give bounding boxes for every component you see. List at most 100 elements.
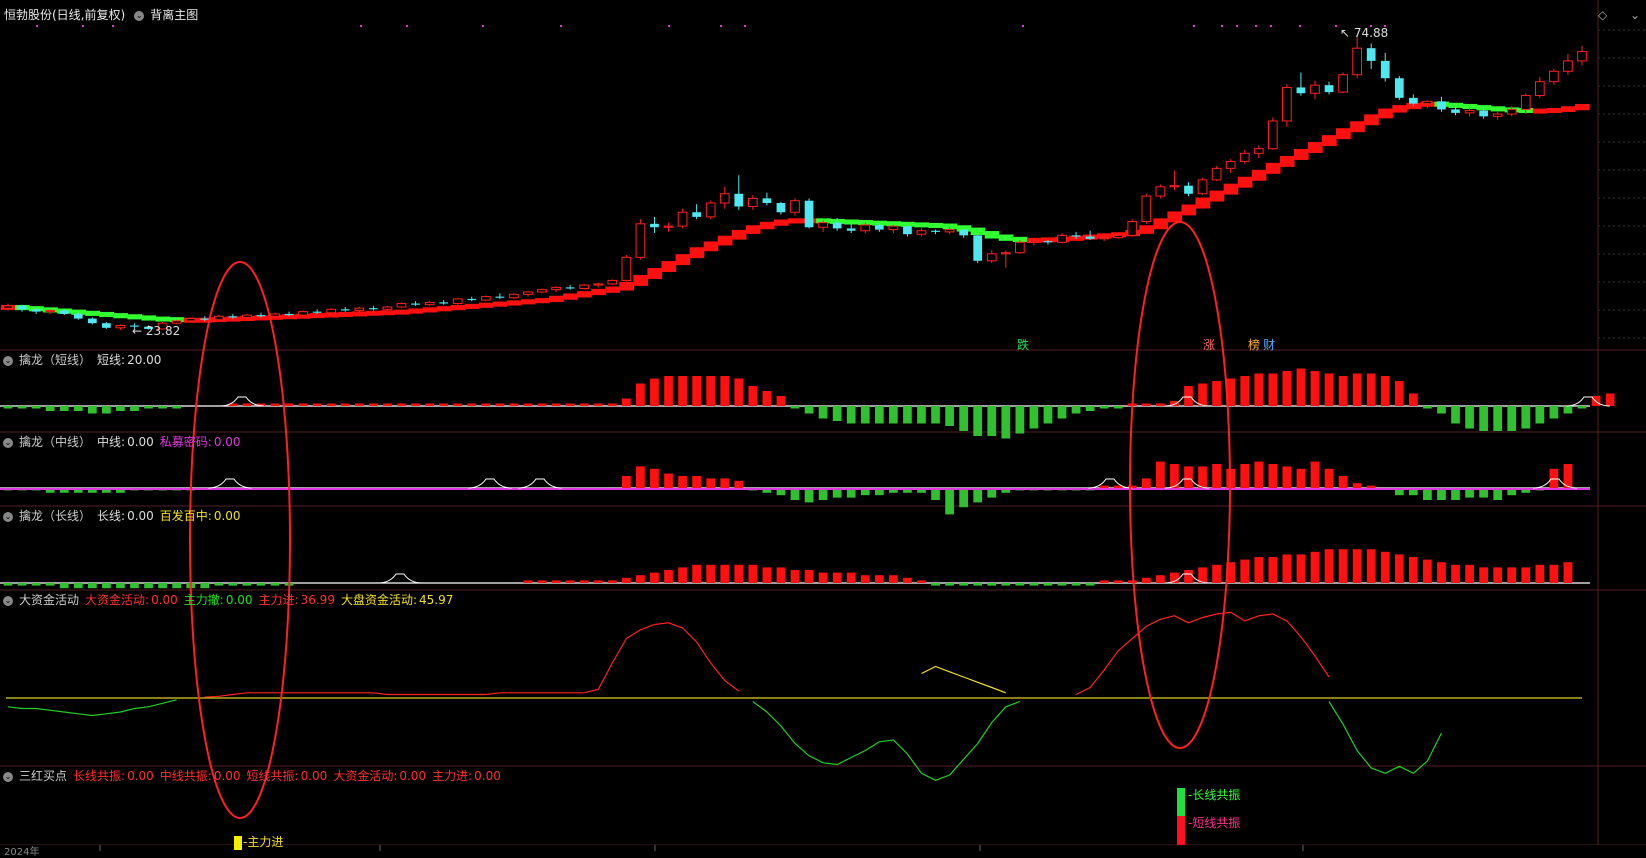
candle-body <box>439 302 449 304</box>
short-bar <box>369 403 378 406</box>
ma-step <box>1139 225 1154 234</box>
ma-step <box>352 311 367 317</box>
indicator-label: 主力进: <box>432 769 473 783</box>
short-bar <box>818 406 828 419</box>
panel-name[interactable]: 三红买点 <box>19 769 67 783</box>
indicator-value: 0.00 <box>127 435 154 449</box>
candle-body <box>1071 235 1081 237</box>
long-bar <box>1366 549 1376 583</box>
ma-step <box>984 231 1000 239</box>
overlay-label[interactable]: 背离主图 <box>150 8 198 22</box>
panel-name[interactable]: 擒龙（短线） <box>19 353 91 367</box>
collapse-icon[interactable]: ⌄ <box>3 595 13 606</box>
candle-body <box>340 309 350 311</box>
short-bar <box>1156 403 1165 406</box>
candle-body <box>860 224 871 232</box>
long-bar <box>1212 564 1221 583</box>
long-bar <box>17 583 27 586</box>
short-bar <box>3 406 13 409</box>
indicator-label: 短线: <box>97 353 126 367</box>
short-bar <box>664 376 673 406</box>
candle-body <box>1282 86 1292 122</box>
short-bar <box>1437 406 1446 414</box>
panel-name[interactable]: 擒龙（中线） <box>19 435 91 449</box>
candle-body <box>944 229 955 233</box>
ma-step <box>1490 106 1506 112</box>
short-bar <box>650 378 659 406</box>
short-bar <box>439 403 449 406</box>
long-bar <box>1380 551 1390 583</box>
long-bar <box>1338 549 1348 583</box>
short-bar <box>889 406 898 424</box>
ma-step <box>535 298 550 304</box>
short-resonance-legend: -短线共振 <box>1188 816 1241 830</box>
short-bar <box>1465 406 1474 429</box>
top-marker-dot <box>36 25 38 27</box>
short-bar <box>1198 383 1207 406</box>
long-bar <box>172 583 181 589</box>
candle-body <box>523 291 533 295</box>
short-bar <box>312 403 322 406</box>
short-bar <box>1212 381 1221 406</box>
short-bar <box>1113 406 1123 409</box>
funds-yellow-line <box>922 667 1639 693</box>
candle-body <box>1492 113 1503 117</box>
collapse-panel-icon[interactable]: ⌄ <box>1630 8 1640 22</box>
long-bar <box>889 575 898 583</box>
short-bar <box>537 403 547 406</box>
short-bar <box>720 376 730 406</box>
short-bar <box>692 376 701 406</box>
legend-text: -主力进 <box>243 835 284 849</box>
funds-panel-header: ⌄ 大资金活动 大资金活动: 0.00 主力撤: 0.00 主力进: 36.99 大盘资金活动:… <box>0 591 459 609</box>
signal-finance-marker[interactable]: 财 <box>1263 336 1275 353</box>
indicator-label: 短线共振: <box>246 769 299 783</box>
mid-panel-header: ⌄ 擒龙（中线） 中线: 0.00 私募密码: 0.00 <box>0 433 247 451</box>
short-bar <box>1366 373 1376 406</box>
indicator-label: 长线共振: <box>73 769 126 783</box>
short-bar <box>1057 406 1067 419</box>
candle-body <box>903 226 912 235</box>
indicator-label: 中线共振: <box>159 769 212 783</box>
ma-step <box>450 305 466 311</box>
candle-body <box>228 316 238 318</box>
candle-body <box>790 200 800 213</box>
long-bar <box>31 583 41 586</box>
indicator-label: 私募密码: <box>159 435 212 449</box>
short-bar <box>73 406 83 411</box>
short-bar <box>1521 406 1531 429</box>
candle-body <box>1155 186 1166 197</box>
short-bar <box>1099 406 1109 409</box>
mid-hump <box>517 478 563 489</box>
long-bar <box>973 583 983 586</box>
candle-body <box>171 320 182 324</box>
panel-name[interactable]: 大资金活动 <box>19 593 79 607</box>
collapse-icon[interactable]: ⌄ <box>3 511 13 522</box>
collapse-icon[interactable]: ⌄ <box>134 10 145 21</box>
ma-step <box>563 293 578 300</box>
signal-rise-marker[interactable]: 涨 <box>1203 336 1215 353</box>
diamond-icon[interactable]: ◇ <box>1598 8 1607 22</box>
indicator-value: 0.00 <box>151 593 178 607</box>
indicator-value: 0.00 <box>399 769 427 783</box>
collapse-icon[interactable]: ⌄ <box>3 355 13 366</box>
candle-body <box>959 229 968 236</box>
mid-bar <box>636 466 645 488</box>
long-bar <box>1409 557 1418 583</box>
candle-body <box>593 283 604 286</box>
long-bar <box>706 564 716 583</box>
short-bar <box>1338 376 1348 406</box>
stock-chart-canvas[interactable] <box>0 0 1646 855</box>
candle-body <box>1534 81 1545 97</box>
signal-fall-marker[interactable]: 跌 <box>1017 336 1029 353</box>
signal-rank-marker[interactable]: 榜 <box>1248 336 1260 353</box>
collapse-icon[interactable]: ⌄ <box>3 771 13 782</box>
collapse-icon[interactable]: ⌄ <box>3 437 13 448</box>
indicator-value: 0.00 <box>213 769 241 783</box>
long-bar <box>1310 551 1320 583</box>
ma-step <box>745 225 761 234</box>
long-hump <box>377 573 423 584</box>
long-panel-header: ⌄ 擒龙（长线） 长线: 0.00 百发百中: 0.00 <box>0 507 247 525</box>
long-bar <box>860 575 870 583</box>
panel-name[interactable]: 擒龙（长线） <box>19 509 91 523</box>
ma-step <box>703 241 719 252</box>
